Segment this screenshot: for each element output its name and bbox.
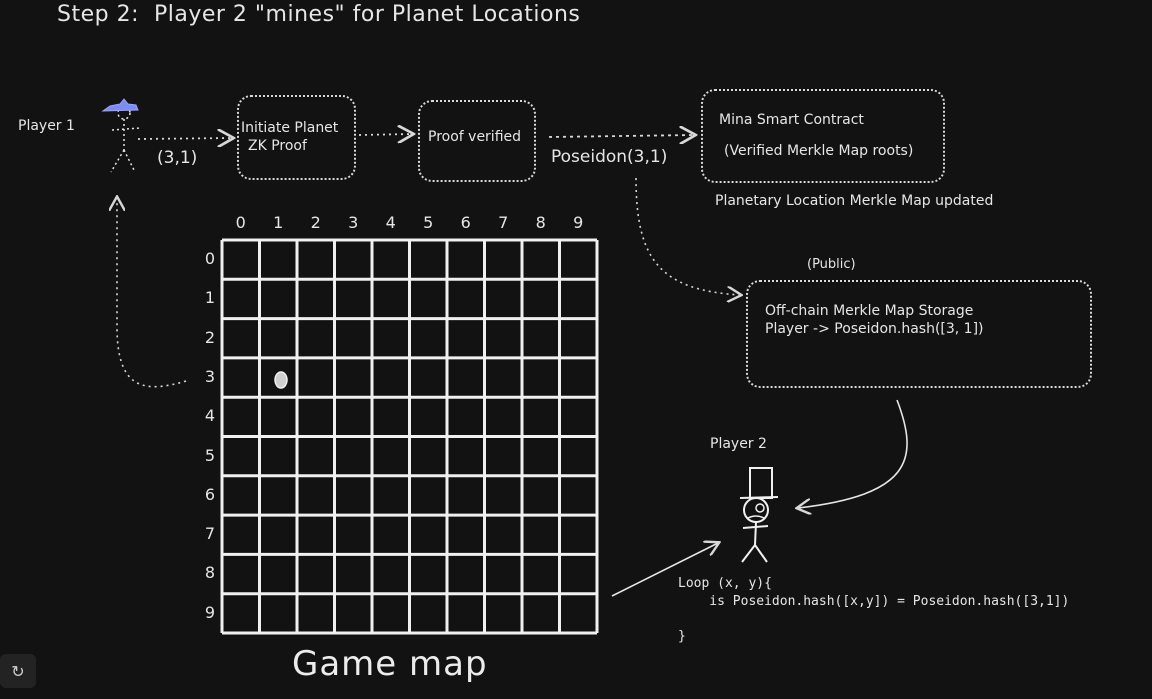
grid-to-player2-arrow: [611, 543, 718, 597]
planet-marker: [274, 371, 288, 389]
share-icon: ↻: [11, 661, 25, 681]
storage-arrow: [635, 177, 740, 295]
storage-to-player2-arrow: [798, 399, 908, 508]
poseidon-arrow: [548, 135, 694, 137]
diagram-canvas: [101, 98, 908, 635]
share-button[interactable]: ↻: [0, 654, 36, 688]
player1-figure: [110, 106, 141, 173]
player1-hat-icon: [101, 98, 139, 112]
game-grid: [220, 238, 599, 635]
return-arrow: [117, 198, 187, 388]
flow-arrows: [137, 134, 412, 139]
player2-figure: [739, 467, 779, 563]
